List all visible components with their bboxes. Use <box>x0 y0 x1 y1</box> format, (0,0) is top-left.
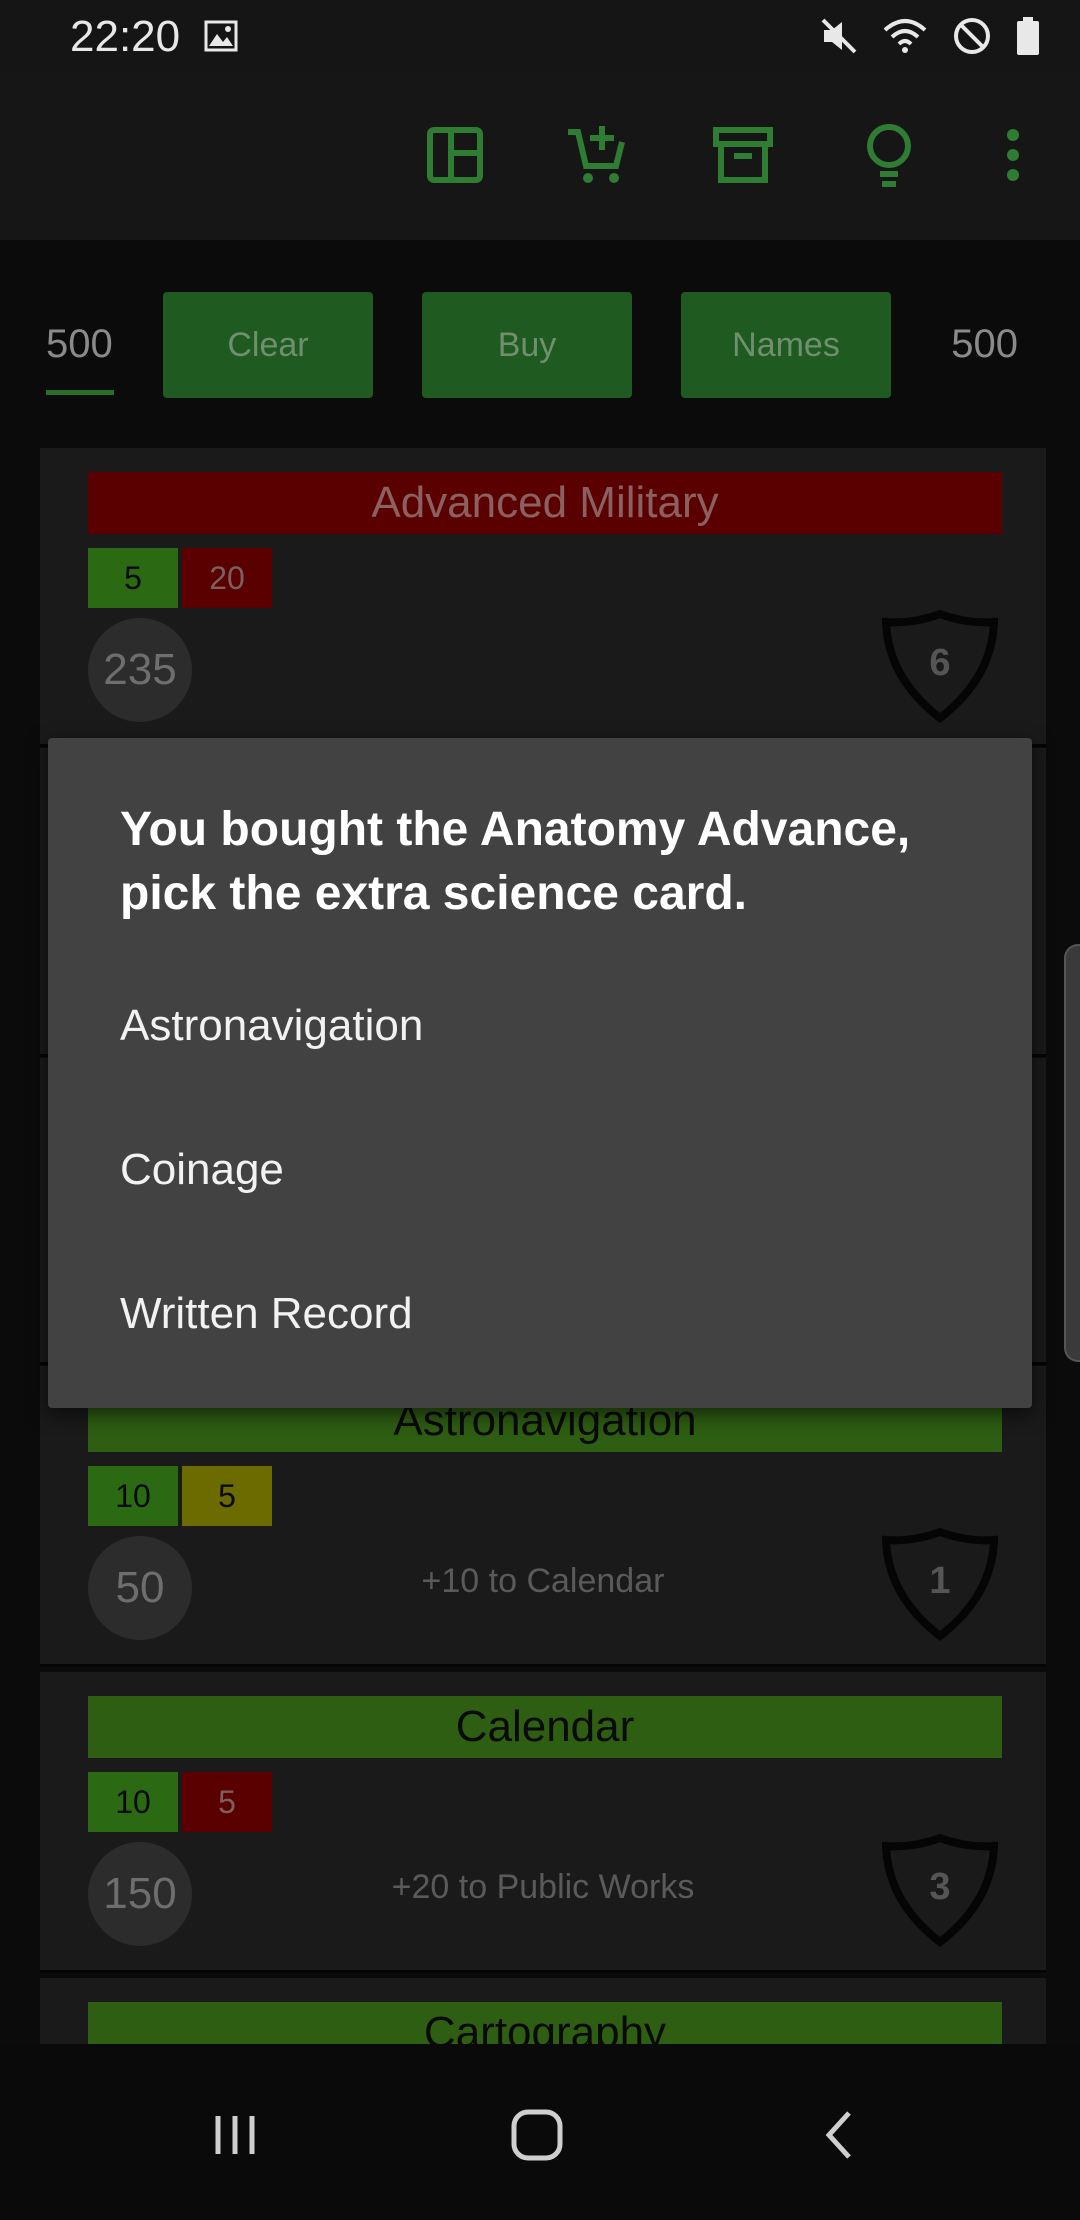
cost-chip: 10 <box>88 1466 178 1526</box>
left-count-tab[interactable]: 500 <box>46 322 113 367</box>
card-advanced-military[interactable]: Advanced Military 5 20 235 6 <box>40 448 1046 747</box>
image-icon <box>204 20 238 52</box>
card-title: Cartography <box>88 2002 1002 2044</box>
edge-panel-handle[interactable] <box>1064 944 1080 1362</box>
lightbulb-icon[interactable] <box>856 122 922 188</box>
dialog-option-coinage[interactable]: Coinage <box>48 1100 1032 1240</box>
card-title: Advanced Military <box>88 472 1002 534</box>
home-icon[interactable] <box>502 2100 572 2170</box>
card-cartography[interactable]: Cartography <box>40 1978 1046 2047</box>
battery-icon <box>1017 17 1039 55</box>
shield-number: 3 <box>929 1866 951 1908</box>
shield-number: 1 <box>929 1560 951 1602</box>
cost-chip: 5 <box>182 1772 272 1832</box>
clear-button[interactable]: Clear <box>163 292 373 398</box>
dialog-title: You bought the Anatomy Advance, pick the… <box>120 803 911 920</box>
wifi-icon <box>883 19 927 53</box>
tab-indicator <box>46 390 114 395</box>
dialog-option-astronavigation[interactable]: Astronavigation <box>48 956 1032 1096</box>
navigation-bar <box>0 2044 1080 2220</box>
science-card-dialog: You bought the Anatomy Advance, pick the… <box>48 738 1032 1408</box>
back-icon[interactable] <box>804 2100 874 2170</box>
blocked-icon <box>954 18 990 54</box>
buy-button[interactable]: Buy <box>422 292 632 398</box>
cost-circle: 235 <box>88 618 192 722</box>
cost-chip: 5 <box>88 548 178 608</box>
shield-number: 6 <box>929 642 951 684</box>
add-cart-icon[interactable] <box>564 122 630 188</box>
layout-icon[interactable] <box>422 122 488 188</box>
cost-chip: 10 <box>88 1772 178 1832</box>
card-astronavigation[interactable]: Astronavigation 10 5 50 +10 to Calendar … <box>40 1366 1046 1667</box>
status-bar: 22:20 <box>0 0 1080 72</box>
card-calendar[interactable]: Calendar 10 5 150 +20 to Public Works 3 <box>40 1672 1046 1973</box>
app-bar <box>0 72 1080 240</box>
status-time: 22:20 <box>70 12 181 61</box>
shield-icon: 1 <box>880 1526 1000 1642</box>
names-button[interactable]: Names <box>681 292 891 398</box>
archive-icon[interactable] <box>710 122 776 188</box>
mute-icon <box>821 18 857 54</box>
recents-icon[interactable] <box>200 2100 270 2170</box>
more-vert-icon[interactable] <box>980 122 1046 188</box>
card-title: Calendar <box>88 1696 1002 1758</box>
dialog-option-written-record[interactable]: Written Record <box>48 1244 1032 1384</box>
right-count: 500 <box>951 322 1018 366</box>
shield-icon: 3 <box>880 1832 1000 1948</box>
cost-chip: 20 <box>182 548 272 608</box>
shield-icon: 6 <box>880 608 1000 724</box>
cost-chip: 5 <box>182 1466 272 1526</box>
